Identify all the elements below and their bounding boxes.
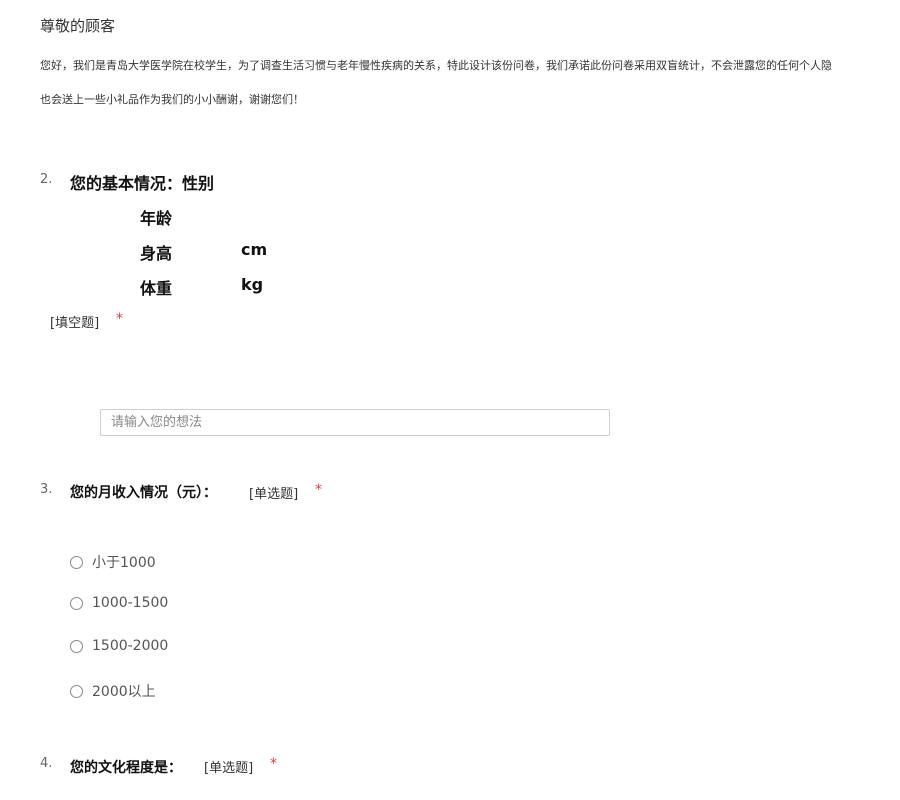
radio-option[interactable]: 1000-1500 xyxy=(70,595,168,611)
question-title: 您的文化程度是： xyxy=(70,760,182,776)
required-mark: * xyxy=(116,311,123,327)
option-label: 小于1000 xyxy=(92,555,156,571)
radio-circle-icon[interactable] xyxy=(70,596,83,610)
question-type: [单选题] xyxy=(204,761,254,776)
radio-circle-icon[interactable] xyxy=(70,684,83,698)
question-title: 您的基本情况：性别 xyxy=(70,174,215,193)
radio-option[interactable]: 2000以上 xyxy=(70,681,156,701)
radio-circle-icon[interactable] xyxy=(70,639,83,653)
height-label: 身高 xyxy=(140,244,173,263)
option-label: 1500-2000 xyxy=(92,638,169,654)
question-title: 您的月收入情况（元）： xyxy=(70,485,217,501)
radio-option[interactable]: 1500-2000 xyxy=(70,638,168,654)
answer-input[interactable] xyxy=(100,409,610,436)
option-label: 1000-1500 xyxy=(92,595,169,611)
height-unit: cm xyxy=(241,240,268,259)
intro-text-line2: 也会送上一些小礼品作为我们的小小酬谢，谢谢您们！ xyxy=(40,93,304,106)
question-type: [单选题] xyxy=(249,487,299,502)
required-mark: * xyxy=(270,756,277,772)
intro-text-line1: 您好，我们是青岛大学医学院在校学生，为了调查生活习惯与老年慢性疾病的关系，特此设… xyxy=(40,59,832,72)
question-number: 4. xyxy=(40,756,53,771)
option-label: 2000以上 xyxy=(92,684,156,700)
age-label: 年龄 xyxy=(140,209,173,228)
radio-option[interactable]: 小于1000 xyxy=(70,552,156,572)
weight-label: 体重 xyxy=(140,279,173,298)
weight-unit: kg xyxy=(241,275,264,294)
question-number: 3. xyxy=(40,482,53,497)
question-number: 2. xyxy=(40,172,53,187)
question-type: [填空题] xyxy=(50,316,100,331)
greeting-title: 尊敬的顾客 xyxy=(40,17,116,35)
required-mark: * xyxy=(315,482,322,498)
radio-circle-icon[interactable] xyxy=(70,555,83,569)
